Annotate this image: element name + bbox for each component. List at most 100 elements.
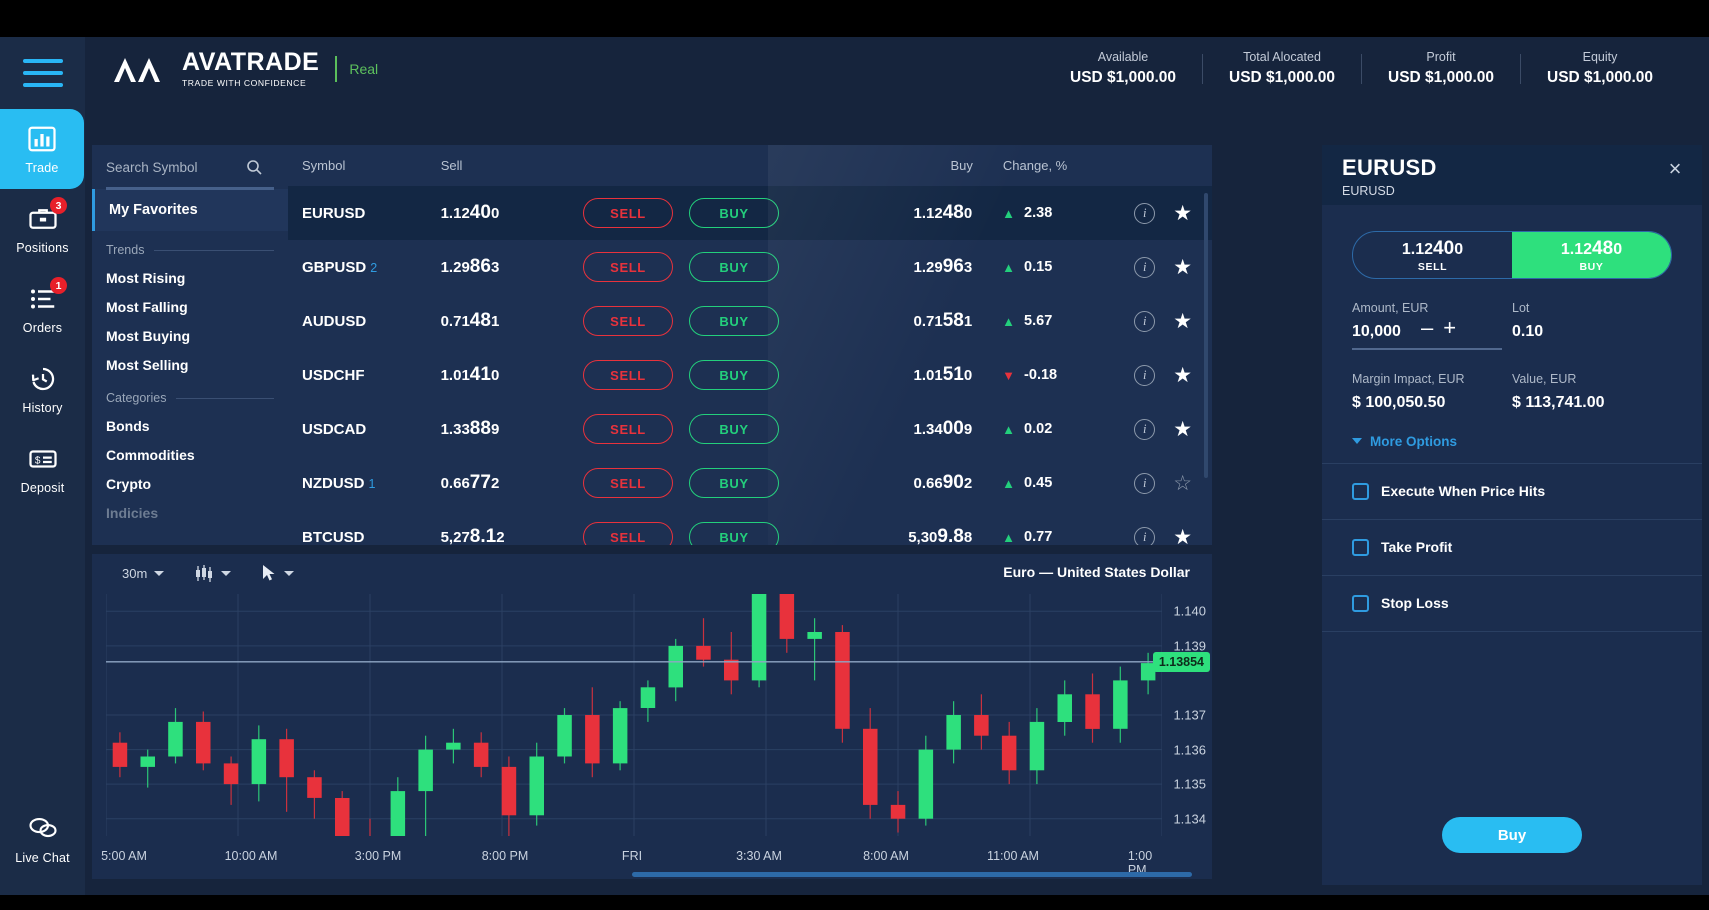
info-icon[interactable]: i bbox=[1134, 202, 1156, 224]
chart-horizontal-scrollbar[interactable] bbox=[632, 872, 1192, 877]
table-row[interactable]: BTCUSD 5,278.12 SELL BUY 5,309.88 ▲ 0.77 i ★ bbox=[288, 510, 1212, 545]
favorite-star-icon[interactable]: ★ bbox=[1173, 419, 1192, 440]
divider bbox=[154, 249, 274, 251]
table-row[interactable]: NZDUSD 1 0.66772 SELL BUY 0.66902 ▲ 0.45 i ☆ bbox=[288, 456, 1212, 510]
nav-my-favorites[interactable]: My Favorites bbox=[92, 189, 288, 231]
candlestick-chart[interactable] bbox=[106, 594, 1162, 836]
favorite-star-icon[interactable]: ★ bbox=[1173, 365, 1192, 386]
chevron-up-icon: ▲ bbox=[1002, 205, 1016, 221]
buy-button[interactable]: BUY bbox=[688, 414, 779, 444]
sidebar-item-trade[interactable]: Trade bbox=[0, 109, 84, 189]
sidebar-item-orders[interactable]: 1 Orders bbox=[0, 269, 85, 349]
favorite-star-icon[interactable]: ☆ bbox=[1173, 473, 1192, 494]
quotes-scrollbar[interactable] bbox=[1204, 193, 1208, 478]
row-trade-buttons: SELL BUY bbox=[582, 306, 782, 336]
favorite-star-icon[interactable]: ★ bbox=[1173, 527, 1192, 546]
option-execute-when-price-hits[interactable]: Execute When Price Hits bbox=[1322, 462, 1702, 519]
option-stop-loss[interactable]: Stop Loss bbox=[1322, 574, 1702, 631]
buy-button[interactable]: BUY bbox=[688, 306, 779, 336]
sell-button[interactable]: SELL bbox=[582, 198, 673, 228]
sell-button[interactable]: SELL bbox=[582, 468, 673, 498]
cursor-tool-dropdown[interactable] bbox=[261, 564, 295, 582]
sell-option[interactable]: 1.12400 SELL bbox=[1353, 232, 1512, 278]
info-icon[interactable]: i bbox=[1134, 526, 1156, 545]
watchlist-nav: My Favorites Trends Most Rising Most Fal… bbox=[92, 145, 288, 545]
buy-button[interactable]: BUY bbox=[688, 468, 779, 498]
sell-button[interactable]: SELL bbox=[582, 306, 673, 336]
column-header-buy: Buy bbox=[950, 158, 973, 173]
buy-button[interactable]: BUY bbox=[688, 198, 779, 228]
info-icon[interactable]: i bbox=[1134, 310, 1156, 332]
more-options-label: More Options bbox=[1370, 433, 1457, 449]
table-row[interactable]: AUDUSD 0.71481 SELL BUY 0.71581 ▲ 5.67 i ★ bbox=[288, 294, 1212, 348]
categories-group-header: Categories bbox=[92, 379, 288, 411]
buy-button[interactable]: BUY bbox=[688, 252, 779, 282]
info-icon[interactable]: i bbox=[1134, 418, 1156, 440]
sell-button[interactable]: SELL bbox=[582, 252, 673, 282]
price-post: 1 bbox=[963, 313, 973, 330]
row-buy-price: 0.71581 bbox=[782, 310, 972, 332]
info-icon[interactable]: i bbox=[1134, 256, 1156, 278]
row-actions: i ★ bbox=[1107, 526, 1212, 546]
favorite-star-icon[interactable]: ★ bbox=[1173, 311, 1192, 332]
favorite-star-icon[interactable]: ★ bbox=[1173, 203, 1192, 224]
search-input[interactable] bbox=[106, 159, 246, 175]
account-profit: Profit USD $1,000.00 bbox=[1362, 50, 1520, 87]
nav-most-falling[interactable]: Most Falling bbox=[92, 292, 288, 321]
amount-increment-button[interactable]: + bbox=[1443, 317, 1456, 339]
option-label: Take Profit bbox=[1381, 539, 1453, 555]
checkbox-icon[interactable] bbox=[1352, 538, 1369, 556]
table-row[interactable]: USDCHF 1.01410 SELL BUY 1.01510 ▼ -0.18 i ★ bbox=[288, 348, 1212, 402]
table-row[interactable]: USDCAD 1.33889 SELL BUY 1.34009 ▲ 0.02 i ★ bbox=[288, 402, 1212, 456]
submit-buy-button[interactable]: Buy bbox=[1442, 817, 1582, 853]
nav-most-selling[interactable]: Most Selling bbox=[92, 350, 288, 379]
sell-button[interactable]: SELL bbox=[582, 522, 673, 545]
sell-price-big: 40 bbox=[1433, 237, 1455, 259]
chart-type-dropdown[interactable] bbox=[194, 564, 232, 582]
positions-badge: 3 bbox=[50, 197, 67, 214]
sidebar-item-label: Positions bbox=[16, 240, 69, 255]
sell-button[interactable]: SELL bbox=[582, 414, 673, 444]
price-post: 2 bbox=[496, 529, 505, 545]
search-box bbox=[92, 145, 288, 189]
checkbox-icon[interactable] bbox=[1352, 482, 1369, 500]
sidebar-item-positions[interactable]: 3 Positions bbox=[0, 189, 85, 269]
search-icon[interactable] bbox=[246, 159, 262, 175]
more-options-toggle[interactable]: More Options bbox=[1322, 412, 1702, 449]
nav-indicies[interactable]: Indicies bbox=[92, 498, 288, 527]
nav-most-rising[interactable]: Most Rising bbox=[92, 263, 288, 292]
amount-value[interactable]: 10,000 bbox=[1352, 323, 1401, 341]
sidebar-item-live-chat[interactable]: Live Chat bbox=[0, 813, 85, 865]
nav-most-buying[interactable]: Most Buying bbox=[92, 321, 288, 350]
nav-bonds[interactable]: Bonds bbox=[92, 411, 288, 440]
favorite-star-icon[interactable]: ★ bbox=[1173, 257, 1192, 278]
info-icon[interactable]: i bbox=[1134, 472, 1156, 494]
nav-commodities[interactable]: Commodities bbox=[92, 440, 288, 469]
sidebar-item-deposit[interactable]: $ Deposit bbox=[0, 429, 85, 509]
change-value: 0.02 bbox=[1024, 421, 1053, 437]
buy-button[interactable]: BUY bbox=[688, 522, 779, 545]
table-row[interactable]: EURUSD 1.12400 SELL BUY 1.12480 ▲ 2.38 i ★ bbox=[288, 186, 1212, 240]
menu-toggle-button[interactable] bbox=[22, 59, 63, 87]
row-trade-buttons: SELL BUY bbox=[582, 360, 782, 390]
timeframe-dropdown[interactable]: 30m bbox=[122, 566, 165, 581]
row-symbol: USDCAD bbox=[288, 421, 441, 438]
checkbox-icon[interactable] bbox=[1352, 594, 1369, 612]
info-icon[interactable]: i bbox=[1134, 364, 1156, 386]
sell-button[interactable]: SELL bbox=[582, 360, 673, 390]
close-icon[interactable]: × bbox=[1664, 158, 1686, 181]
order-panel: EURUSD EURUSD × 1.12400 SELL 1.12480 BUY… bbox=[1322, 145, 1702, 885]
amount-decrement-button[interactable]: – bbox=[1421, 317, 1433, 339]
buy-price-pre: 1.12 bbox=[1560, 240, 1593, 258]
lot-field: Lot 0.10 bbox=[1512, 301, 1672, 350]
sidebar-item-history[interactable]: History bbox=[0, 349, 85, 429]
margin-impact-field: Margin Impact, EUR $ 100,050.50 bbox=[1352, 372, 1512, 412]
option-take-profit[interactable]: Take Profit bbox=[1322, 518, 1702, 575]
table-row[interactable]: GBPUSD 2 1.29863 SELL BUY 1.29963 ▲ 0.15 i ★ bbox=[288, 240, 1212, 294]
buy-button[interactable]: BUY bbox=[688, 360, 779, 390]
buy-option[interactable]: 1.12480 BUY bbox=[1512, 232, 1671, 278]
order-options-list: Execute When Price Hits Take Profit Stop… bbox=[1322, 462, 1702, 632]
nav-crypto[interactable]: Crypto bbox=[92, 469, 288, 498]
account-value: USD $1,000.00 bbox=[1229, 69, 1335, 86]
chart-panel: 30m Euro — United States Dollar 1.140 1.… bbox=[92, 554, 1212, 879]
